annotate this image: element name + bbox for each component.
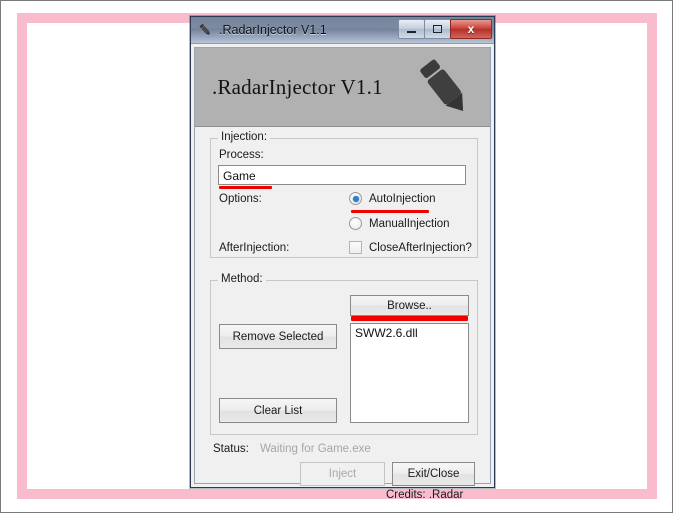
radarinjector-window: .RadarInjector V1.1 x .RadarInjector V1.…	[190, 16, 495, 501]
options-label: Options:	[219, 193, 262, 205]
minimize-icon	[407, 31, 416, 33]
checkbox-close-after-injection[interactable]: CloseAfterInjection?	[349, 241, 472, 254]
status-value: Waiting for Game.exe	[260, 443, 371, 455]
browse-button-underline-annotation	[351, 316, 468, 321]
checkbox-close-after-injection-label: CloseAfterInjection?	[369, 241, 472, 254]
checkbox-unchecked-icon	[349, 241, 362, 254]
pencil-icon	[414, 55, 476, 119]
process-input[interactable]	[218, 165, 466, 185]
app-banner-title: .RadarInjector V1.1	[212, 74, 383, 99]
auto-injection-underline-annotation	[351, 210, 429, 213]
minimize-button[interactable]	[398, 19, 425, 39]
radio-manual-injection-label: ManualInjection	[369, 217, 450, 230]
radio-manual-injection[interactable]: ManualInjection	[349, 217, 450, 230]
app-banner: .RadarInjector V1.1	[195, 48, 490, 127]
process-value-underline-annotation	[219, 186, 272, 189]
after-injection-label: AfterInjection:	[219, 242, 290, 254]
maximize-icon	[433, 25, 442, 33]
dll-listbox[interactable]: SWW2.6.dll	[350, 323, 469, 423]
window-client-area: .RadarInjector V1.1 Injection: Process:	[194, 47, 491, 501]
list-item[interactable]: SWW2.6.dll	[351, 324, 468, 340]
inject-button[interactable]: Inject	[300, 462, 385, 486]
injection-group-legend: Injection:	[218, 131, 271, 143]
exit-close-button[interactable]: Exit/Close	[392, 462, 475, 486]
radio-auto-injection[interactable]: AutoInjection	[349, 192, 436, 205]
method-group-legend: Method:	[218, 273, 266, 285]
page-frame: .RadarInjector V1.1 x .RadarInjector V1.…	[0, 0, 673, 513]
pencil-icon	[197, 22, 213, 38]
remove-selected-button[interactable]: Remove Selected	[219, 324, 337, 349]
browse-button[interactable]: Browse..	[350, 295, 469, 316]
maximize-button[interactable]	[424, 19, 451, 39]
status-label: Status:	[213, 443, 249, 455]
credits-text: Credits: .Radar	[386, 489, 464, 501]
window-title-text: .RadarInjector V1.1	[219, 23, 327, 37]
radio-auto-injection-label: AutoInjection	[369, 192, 436, 205]
window-title-bar[interactable]: .RadarInjector V1.1 x	[191, 17, 494, 44]
process-label: Process:	[219, 149, 264, 161]
clear-list-button[interactable]: Clear List	[219, 398, 337, 423]
close-button[interactable]: x	[450, 19, 492, 39]
window-controls: x	[398, 19, 492, 39]
radio-selected-icon	[349, 192, 362, 205]
radio-unselected-icon	[349, 217, 362, 230]
